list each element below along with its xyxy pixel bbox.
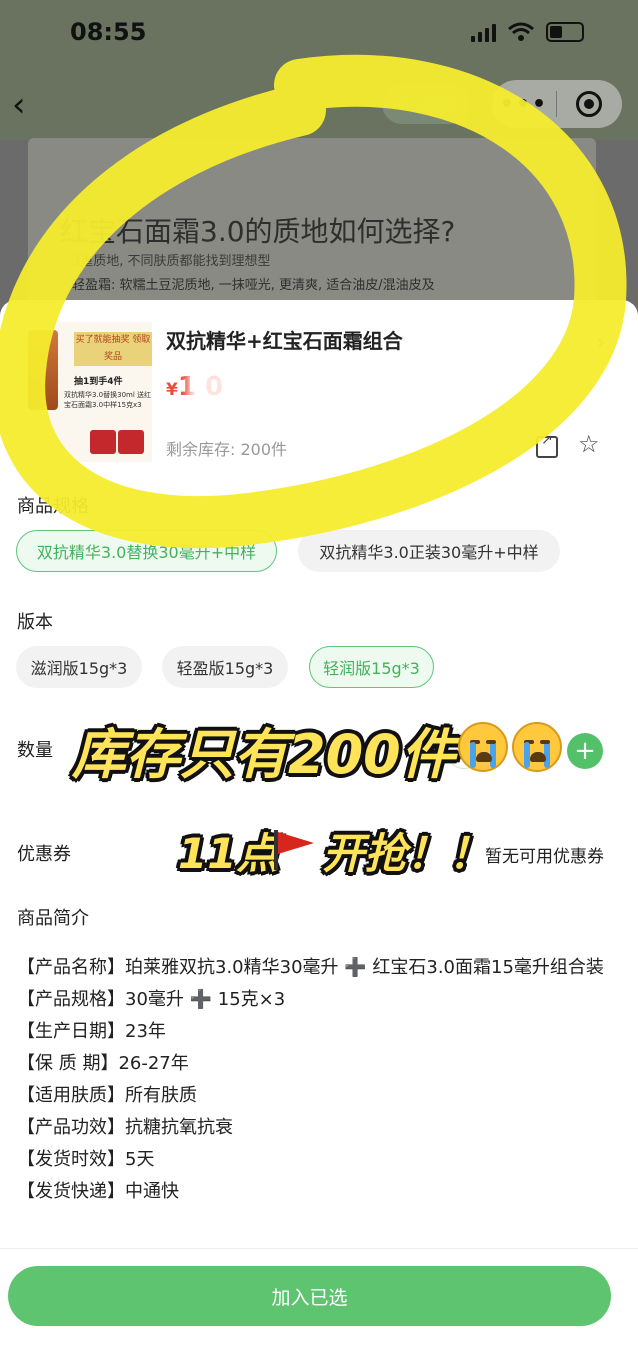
coupon-label: 优惠券 <box>17 844 71 865</box>
quantity-plus-button[interactable]: + <box>567 733 603 769</box>
bottom-divider <box>0 1248 638 1249</box>
desc-line: 【产品规格】30毫升 ➕ 15克×3 <box>17 989 286 1010</box>
add-to-selection-button[interactable]: 加入已选 <box>8 1266 611 1326</box>
spec-label: 商品规格 <box>17 496 89 517</box>
serum-bottle-image <box>28 330 58 410</box>
share-label: 分享 <box>419 96 454 117</box>
coupon-value[interactable]: 暂无可用优惠券 <box>485 842 604 867</box>
crying-face-icon <box>512 722 562 772</box>
desc-line: 【发货快递】中通快 <box>17 1181 179 1202</box>
share-button[interactable]: ↻ 分享 <box>382 84 470 124</box>
close-program-button[interactable] <box>557 91 621 117</box>
wifi-icon <box>508 22 534 41</box>
spec-option-full-size[interactable]: 双抗精华3.0正装30毫升+中样 <box>298 530 560 572</box>
version-label: 版本 <box>17 612 53 633</box>
background-text: 轻盈霜: 软糯土豆泥质地, 一抹哑光, 更清爽, 适合油皮/混油皮及 <box>72 278 435 293</box>
mini-program-capsule: ••• <box>492 80 622 128</box>
cream-jar-image <box>118 430 144 454</box>
status-time: 08:55 <box>70 18 147 46</box>
status-icons <box>471 22 584 42</box>
share-refresh-icon: ↻ <box>398 94 414 114</box>
more-button[interactable]: ••• <box>492 92 556 117</box>
time-sticker-hour: 11点 <box>178 829 279 878</box>
background-title: 红宝石面霜3.0的质地如何选择? <box>60 215 456 248</box>
version-option-moist[interactable]: 滋润版15g*3 <box>16 646 142 688</box>
product-description: 【产品名称】珀莱雅双抗3.0精华30毫升 ➕ 红宝石3.0面霜15毫升组合装 【… <box>17 952 607 1218</box>
desc-line: 【产品功效】抗糖抗氧抗衰 <box>17 1117 233 1138</box>
time-sticker: 11点 开抢！！ <box>178 820 490 881</box>
share-icon[interactable] <box>536 432 558 458</box>
intro-label: 商品简介 <box>17 908 89 929</box>
back-button[interactable]: ‹ <box>12 85 26 125</box>
battery-icon <box>546 22 584 42</box>
cellular-signal-icon <box>471 22 496 42</box>
red-flag-icon <box>272 830 314 870</box>
spec-option-refill[interactable]: 双抗精华3.0替换30毫升+中样 <box>16 530 277 572</box>
stock-remaining: 剩余库存: 200件 <box>166 440 288 459</box>
target-icon <box>576 91 602 117</box>
version-option-light-moist[interactable]: 轻润版15g*3 <box>309 646 434 688</box>
desc-line: 【生产日期】23年 <box>17 1021 166 1042</box>
crying-face-icon <box>458 722 508 772</box>
version-option-light[interactable]: 轻盈版15g*3 <box>162 646 288 688</box>
background-subtitle: 3重质地, 不同肤质都能找到理想型 <box>72 254 271 269</box>
quantity-label: 数量 <box>17 740 53 761</box>
currency-symbol: ¥ <box>166 380 178 400</box>
star-icon[interactable]: ☆ <box>578 430 600 458</box>
desc-line: 【保 质 期】26-27年 <box>17 1053 189 1074</box>
desc-line: 【适用肤质】所有肤质 <box>17 1085 197 1106</box>
stock-sticker: 库存只有200件 <box>72 723 455 786</box>
close-sheet-button[interactable]: › <box>596 328 606 356</box>
time-sticker-action: 开抢！！ <box>322 829 491 878</box>
thumbnail-caption: 双抗精华3.0替换30ml 送红宝石面霜3.0中样15克x3 <box>64 391 152 409</box>
thumbnail-header: 买了就能抽奖 领取奖品 <box>74 332 152 366</box>
price-redaction <box>188 370 250 404</box>
cream-jar-image <box>90 430 116 454</box>
thumbnail-headline: 抽1到手4件 <box>74 377 123 387</box>
product-name: 双抗精华+红宝石面霜组合 <box>166 329 403 353</box>
product-thumbnail: 买了就能抽奖 领取奖品 抽1到手4件 双抗精华3.0替换30ml 送红宝石面霜3… <box>24 322 152 462</box>
desc-line: 【产品名称】珀莱雅双抗3.0精华30毫升 ➕ 红宝石3.0面霜15毫升组合装 <box>17 957 604 978</box>
desc-line: 【发货时效】5天 <box>17 1149 155 1170</box>
